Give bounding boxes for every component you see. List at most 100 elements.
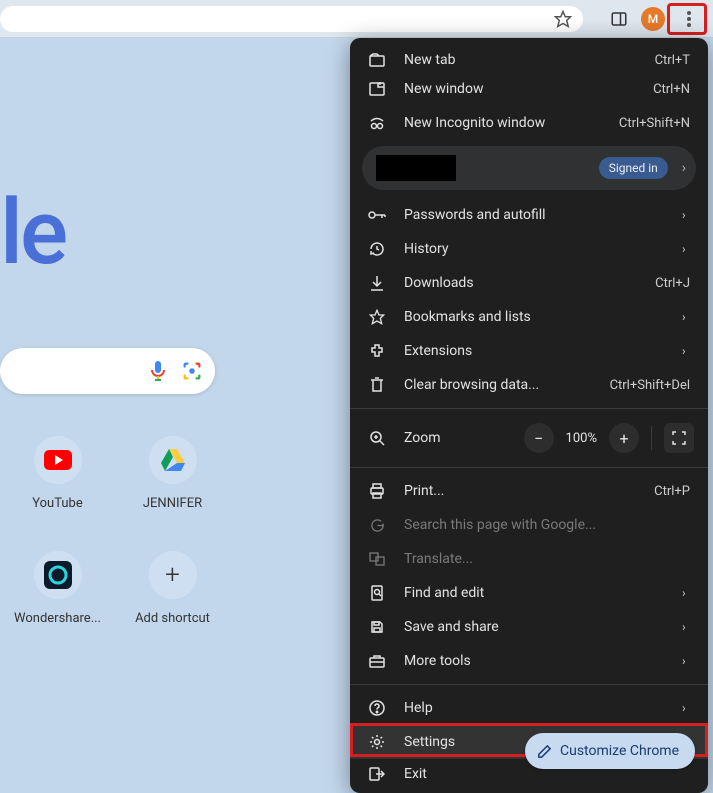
chevron-right-icon: › xyxy=(682,586,690,600)
chevron-right-icon: › xyxy=(682,242,690,256)
omnibox[interactable] xyxy=(0,6,583,32)
menu-label: Bookmarks and lists xyxy=(404,309,664,325)
star-icon xyxy=(368,308,386,326)
save-icon xyxy=(368,618,386,636)
menu-item-search-page: Search this page with Google... xyxy=(350,508,708,542)
new-window-icon xyxy=(368,80,386,98)
menu-shortcut: Ctrl+P xyxy=(654,484,690,499)
side-panel-icon[interactable] xyxy=(607,7,631,31)
menu-item-passwords[interactable]: Passwords and autofill › xyxy=(350,198,708,232)
settings-icon xyxy=(368,733,386,751)
zoom-icon xyxy=(368,429,386,447)
zoom-in-button[interactable]: + xyxy=(609,423,639,453)
plus-icon: + xyxy=(149,551,197,599)
menu-label: Downloads xyxy=(404,275,637,291)
menu-item-extensions[interactable]: Extensions › xyxy=(350,334,708,368)
menu-item-new-tab[interactable]: New tab Ctrl+T xyxy=(350,38,708,72)
browser-toolbar: M xyxy=(0,0,713,38)
history-icon xyxy=(368,240,386,258)
menu-item-history[interactable]: History › xyxy=(350,232,708,266)
menu-label: More tools xyxy=(404,653,664,669)
lens-icon[interactable] xyxy=(181,360,203,382)
chevron-right-icon: › xyxy=(682,701,690,715)
menu-item-clear-data[interactable]: Clear browsing data... Ctrl+Shift+Del xyxy=(350,368,708,402)
shortcut-label: Add shortcut xyxy=(135,611,210,626)
voice-search-icon[interactable] xyxy=(149,360,167,382)
menu-item-zoom: Zoom − 100% + xyxy=(350,415,708,461)
menu-label: New tab xyxy=(404,52,637,68)
menu-label: Save and share xyxy=(404,619,664,635)
menu-shortcut: Ctrl+N xyxy=(653,82,690,97)
menu-shortcut: Ctrl+J xyxy=(655,276,690,291)
chevron-right-icon: › xyxy=(682,620,690,634)
customize-label: Customize Chrome xyxy=(560,743,679,759)
menu-label: Clear browsing data... xyxy=(404,377,592,393)
menu-shortcut: Ctrl+Shift+N xyxy=(619,116,690,131)
menu-item-print[interactable]: Print... Ctrl+P xyxy=(350,474,708,508)
ntp-shortcuts: YouTube JENNIFER Wondershare... + Add sh… xyxy=(0,428,230,658)
shortcut-label: Wondershare... xyxy=(14,611,101,626)
menu-label: Search this page with Google... xyxy=(404,517,690,533)
menu-profile-row[interactable]: Signed in › xyxy=(362,146,696,190)
shortcut-youtube[interactable]: YouTube xyxy=(0,428,115,543)
menu-item-more-tools[interactable]: More tools › xyxy=(350,644,708,678)
pencil-icon xyxy=(537,744,552,759)
chevron-right-icon: › xyxy=(682,208,690,222)
menu-item-help[interactable]: Help › xyxy=(350,691,708,725)
wondershare-icon xyxy=(34,551,82,599)
menu-item-find[interactable]: Find and edit › xyxy=(350,576,708,610)
exit-icon xyxy=(368,765,386,783)
google-search-bar[interactable] xyxy=(0,348,215,394)
menu-item-translate: Translate... xyxy=(350,542,708,576)
chevron-right-icon: › xyxy=(682,344,690,358)
youtube-icon xyxy=(34,436,82,484)
toolbox-icon xyxy=(368,652,386,670)
menu-label: Find and edit xyxy=(404,585,664,601)
shortcut-wondershare[interactable]: Wondershare... xyxy=(0,543,115,658)
menu-item-bookmarks[interactable]: Bookmarks and lists › xyxy=(350,300,708,334)
zoom-value: 100% xyxy=(562,431,601,446)
chrome-overflow-menu: New tab Ctrl+T New window Ctrl+N New Inc… xyxy=(350,38,708,793)
chevron-right-icon: › xyxy=(682,654,690,668)
trash-icon xyxy=(368,376,386,394)
menu-item-downloads[interactable]: Downloads Ctrl+J xyxy=(350,266,708,300)
help-icon xyxy=(368,699,386,717)
google-icon xyxy=(368,516,386,534)
google-logo-fragment: le xyxy=(0,180,65,285)
menu-label: History xyxy=(404,241,664,257)
star-icon[interactable] xyxy=(551,7,575,31)
shortcut-add[interactable]: + Add shortcut xyxy=(115,543,230,658)
zoom-out-button[interactable]: − xyxy=(524,423,554,453)
key-icon xyxy=(368,206,386,224)
menu-label: Print... xyxy=(404,483,636,499)
chevron-right-icon: › xyxy=(682,310,690,324)
menu-label: Extensions xyxy=(404,343,664,359)
profile-avatar[interactable]: M xyxy=(641,7,665,31)
menu-label: Translate... xyxy=(404,551,690,567)
menu-separator xyxy=(350,408,708,409)
extensions-icon xyxy=(368,342,386,360)
menu-label: New window xyxy=(404,81,635,97)
shortcut-label: JENNIFER xyxy=(143,496,202,511)
menu-shortcut: Ctrl+T xyxy=(655,53,690,68)
menu-item-new-incognito[interactable]: New Incognito window Ctrl+Shift+N xyxy=(350,106,708,140)
menu-separator xyxy=(350,467,708,468)
download-icon xyxy=(368,274,386,292)
menu-item-save-share[interactable]: Save and share › xyxy=(350,610,708,644)
chevron-right-icon: › xyxy=(682,160,686,176)
print-icon xyxy=(368,482,386,500)
shortcut-label: YouTube xyxy=(32,496,83,511)
find-icon xyxy=(368,584,386,602)
zoom-divider xyxy=(651,426,652,450)
translate-icon xyxy=(368,550,386,568)
new-tab-icon xyxy=(368,51,386,69)
customize-chrome-button[interactable]: Customize Chrome xyxy=(525,733,695,769)
menu-label: New Incognito window xyxy=(404,115,601,131)
menu-label: Passwords and autofill xyxy=(404,207,664,223)
more-menu-button[interactable] xyxy=(675,5,703,33)
fullscreen-button[interactable] xyxy=(664,423,694,453)
shortcut-jennifer[interactable]: JENNIFER xyxy=(115,428,230,543)
signed-in-badge: Signed in xyxy=(599,157,668,179)
menu-item-new-window[interactable]: New window Ctrl+N xyxy=(350,72,708,106)
drive-icon xyxy=(149,436,197,484)
